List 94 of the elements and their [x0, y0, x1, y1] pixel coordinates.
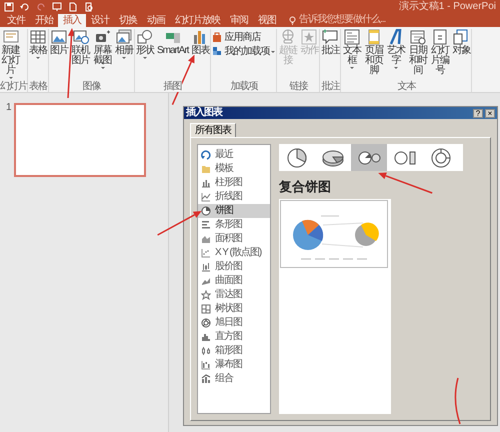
chart-type-item[interactable]: 组合	[198, 372, 270, 386]
group-label: 文本	[397, 81, 416, 92]
group-label: 插图	[164, 81, 182, 92]
chart-type-item[interactable]: X Y (散点图)	[198, 246, 270, 260]
slide-number: 1	[6, 103, 12, 113]
ribbon-button[interactable]: 应用商店	[211, 32, 262, 43]
chart-preview-drawing[interactable]	[280, 200, 388, 268]
ribbon-button[interactable]: 幻灯片编号	[429, 29, 450, 76]
treemap-icon	[201, 304, 211, 314]
chart-type-item[interactable]: 饼图	[198, 204, 270, 218]
ribbon-button[interactable]: SmartArt	[156, 29, 190, 56]
undo-icon[interactable]	[20, 2, 30, 12]
annotation-arrow	[378, 172, 432, 194]
chart-type-item[interactable]: 折线图	[198, 190, 270, 204]
print-preview-icon[interactable]	[84, 2, 94, 12]
star-icon	[301, 29, 318, 45]
chart-type-item[interactable]: 模板	[198, 162, 270, 176]
box-plot-icon	[201, 346, 211, 356]
sunburst-icon	[201, 318, 211, 328]
annotation-line	[454, 378, 461, 424]
chart-type-item[interactable]: 条形图	[198, 218, 270, 232]
chart-type-item[interactable]: 柱形图	[198, 176, 270, 190]
pie-chart-icon	[201, 206, 211, 216]
stock-chart-icon	[201, 262, 211, 272]
ribbon-tab[interactable]: 文件	[2, 14, 30, 27]
annotation-arrow	[172, 54, 194, 105]
group-label: 幻灯片	[0, 81, 27, 92]
ribbon-tab[interactable]: 视图	[253, 14, 281, 27]
area-chart-icon	[201, 234, 211, 244]
ribbon-button[interactable]: 文本框	[341, 29, 362, 69]
shopping-bag-icon	[212, 32, 222, 42]
group-label: 表格	[29, 81, 47, 92]
ribbon-button[interactable]: 艺术字	[385, 29, 406, 69]
scatter-chart-icon	[201, 248, 211, 258]
star-outline-icon	[201, 290, 211, 300]
chart-type-item[interactable]: 箱形图	[198, 344, 270, 358]
group-label: 图像	[82, 81, 100, 92]
chart-type-item[interactable]: 直方图	[198, 330, 270, 344]
curved-arrow-icon	[201, 150, 211, 160]
group-label: 批注	[321, 81, 340, 92]
slanted-stroke-icon	[388, 29, 404, 45]
folder-icon	[201, 164, 211, 174]
ribbon-tab[interactable]: 切换	[114, 14, 142, 27]
ribbon-button[interactable]: 页眉和页脚	[363, 29, 384, 76]
ribbon-button[interactable]: 形状	[135, 29, 155, 59]
histogram-icon	[201, 332, 211, 342]
column-chart-icon	[201, 178, 211, 188]
bar-chart-icon	[201, 220, 211, 230]
chart-subtype-button[interactable]	[351, 144, 387, 171]
group-label: 加载项	[230, 81, 258, 92]
dialog-title: 插入图表	[186, 107, 224, 119]
chart-type-item[interactable]: 最近	[198, 148, 270, 162]
chart-type-item[interactable]: 雷达图	[198, 288, 270, 302]
slide-thumbnail[interactable]	[14, 103, 146, 177]
chart-type-item[interactable]: 瀑布图	[198, 358, 270, 372]
doughnut-chart-icon	[429, 146, 453, 170]
help-button[interactable]: ?	[473, 108, 483, 118]
chart-type-item[interactable]: 股价图	[198, 260, 270, 274]
ribbon-button[interactable]: 表格	[28, 29, 48, 59]
chart-subtype-title: 复合饼图	[279, 179, 331, 195]
save-icon[interactable]	[4, 2, 14, 12]
annotation-arrow	[157, 211, 202, 236]
surface-chart-icon	[201, 276, 211, 286]
window-title: 演示文稿1 - PowerPoi	[398, 0, 496, 12]
ribbon-button[interactable]: 我的加载项	[211, 46, 276, 57]
lightbulb-icon	[289, 16, 296, 24]
ribbon-tab[interactable]: 幻灯片放映	[170, 14, 225, 27]
new-document-icon[interactable]	[68, 2, 78, 12]
ribbon-button[interactable]: 相册	[114, 29, 134, 59]
waterfall-chart-icon	[201, 360, 211, 370]
close-button[interactable]: ×	[485, 108, 495, 118]
ribbon-button[interactable]: 新建幻灯片	[0, 29, 21, 79]
ribbon-button[interactable]: 批注	[320, 29, 340, 56]
chart-type-item[interactable]: 面积图	[198, 232, 270, 246]
globe-link-icon	[280, 29, 296, 45]
ribbon-tab[interactable]: 开始	[30, 14, 58, 27]
ribbon-tab[interactable]: 审阅	[225, 14, 253, 27]
ribbon-tab[interactable]: 动画	[142, 14, 170, 27]
ribbon-button[interactable]: 日期和时间	[407, 29, 428, 76]
chart-type-item[interactable]: 曲面图	[198, 274, 270, 288]
ribbon-button[interactable]: 对象	[451, 29, 472, 56]
group-label: 链接	[289, 81, 308, 92]
ribbon-tab[interactable]: 设计	[86, 14, 114, 27]
chart-type-item[interactable]: 旭日图	[198, 316, 270, 330]
ribbon-button[interactable]: 图片	[49, 29, 69, 56]
combo-chart-icon	[201, 374, 211, 384]
line-chart-icon	[201, 192, 211, 202]
blocks-icon	[212, 46, 222, 56]
ribbon-tab[interactable]: 插入	[58, 14, 86, 27]
chart-type-item[interactable]: 树状图	[198, 302, 270, 316]
presentation-icon[interactable]	[52, 2, 62, 12]
ribbon-button[interactable]: 屏幕截图	[92, 29, 113, 69]
ribbon-button[interactable]: 图表	[190, 29, 210, 56]
dialog-tab[interactable]: 所有图表	[190, 123, 236, 137]
